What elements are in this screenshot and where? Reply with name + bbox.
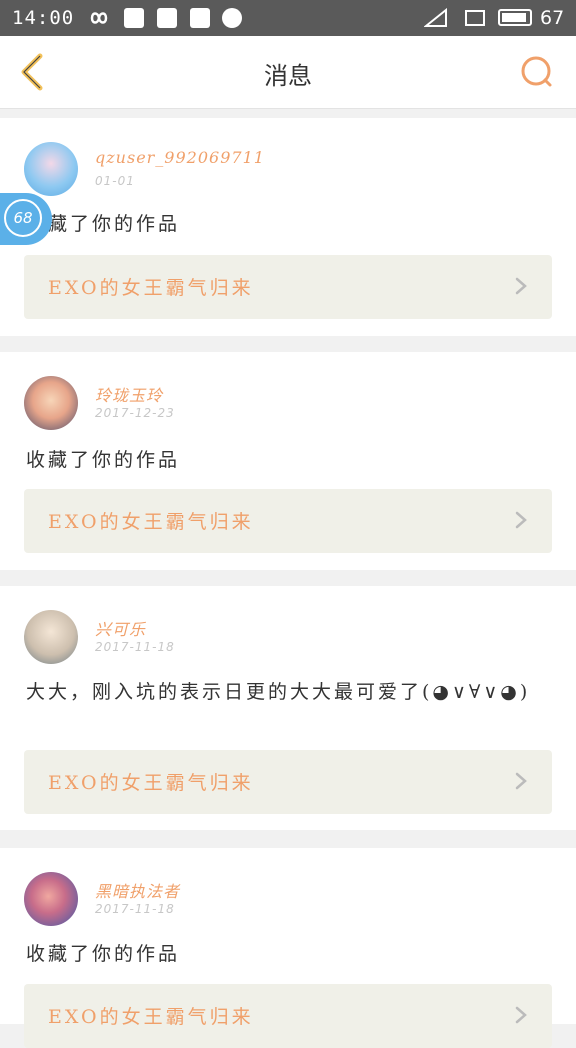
avatar[interactable]	[24, 142, 78, 196]
chevron-right-icon	[515, 772, 527, 790]
avatar[interactable]	[24, 610, 78, 664]
message-date: 01-01	[95, 174, 135, 188]
work-title: EXO的女王霸气归来	[48, 511, 254, 533]
message-date: 2017-11-18	[95, 640, 175, 654]
title-bar: 消息	[0, 36, 576, 109]
message-card[interactable]: 兴可乐 2017-11-18 大大，刚入坑的表示日更的大大最可爱了(◕∨∀∨◕)…	[0, 586, 576, 830]
chevron-right-icon	[515, 1006, 527, 1024]
message-text: 收藏了你的作品	[26, 943, 181, 965]
status-time: 14:00	[12, 7, 75, 29]
work-title: EXO的女王霸气归来	[48, 277, 254, 299]
chevron-right-icon	[515, 511, 527, 529]
message-date: 2017-11-18	[95, 902, 175, 916]
floating-assistant-button[interactable]: 68	[0, 193, 52, 245]
message-text: 大大，刚入坑的表示日更的大大最可爱了(◕∨∀∨◕)	[26, 681, 531, 703]
recent-apps-icon	[465, 10, 485, 26]
floating-badge-value: 68	[4, 199, 42, 237]
search-icon[interactable]	[518, 54, 554, 90]
work-link[interactable]: EXO的女王霸气归来	[24, 750, 552, 814]
message-card[interactable]: qzuser_992069711 01-01 收藏了你的作品 EXO的女王霸气归…	[0, 118, 576, 336]
message-card[interactable]: 黑暗执法者 2017-11-18 收藏了你的作品 EXO的女王霸气归来	[0, 848, 576, 1048]
gallery-icon	[157, 8, 177, 28]
username[interactable]: 兴可乐	[95, 616, 146, 640]
avatar[interactable]	[24, 872, 78, 926]
battery-icon	[498, 9, 532, 26]
work-link[interactable]: EXO的女王霸气归来	[24, 489, 552, 553]
page-title: 消息	[264, 62, 312, 90]
message-text: 收藏了你的作品	[26, 213, 181, 235]
work-link[interactable]: EXO的女王霸气归来	[24, 984, 552, 1048]
infinity-icon	[90, 12, 108, 24]
work-title: EXO的女王霸气归来	[48, 1006, 254, 1028]
message-date: 2017-12-23	[95, 406, 175, 420]
message-card[interactable]: 玲珑玉玲 2017-12-23 收藏了你的作品 EXO的女王霸气归来	[0, 352, 576, 570]
avatar[interactable]	[24, 376, 78, 430]
work-link[interactable]: EXO的女王霸气归来	[24, 255, 552, 319]
qq-icon	[124, 8, 144, 28]
pocket-icon	[190, 8, 210, 28]
username[interactable]: 黑暗执法者	[95, 878, 180, 902]
app-icon	[222, 8, 242, 28]
no-signal-icon	[424, 8, 447, 27]
status-bar: 14:00 67	[0, 0, 576, 36]
battery-percent: 67	[540, 7, 565, 29]
username[interactable]: qzuser_992069711	[95, 148, 265, 167]
chevron-right-icon	[515, 277, 527, 295]
work-title: EXO的女王霸气归来	[48, 772, 254, 794]
message-text: 收藏了你的作品	[26, 449, 181, 471]
username[interactable]: 玲珑玉玲	[95, 382, 163, 406]
